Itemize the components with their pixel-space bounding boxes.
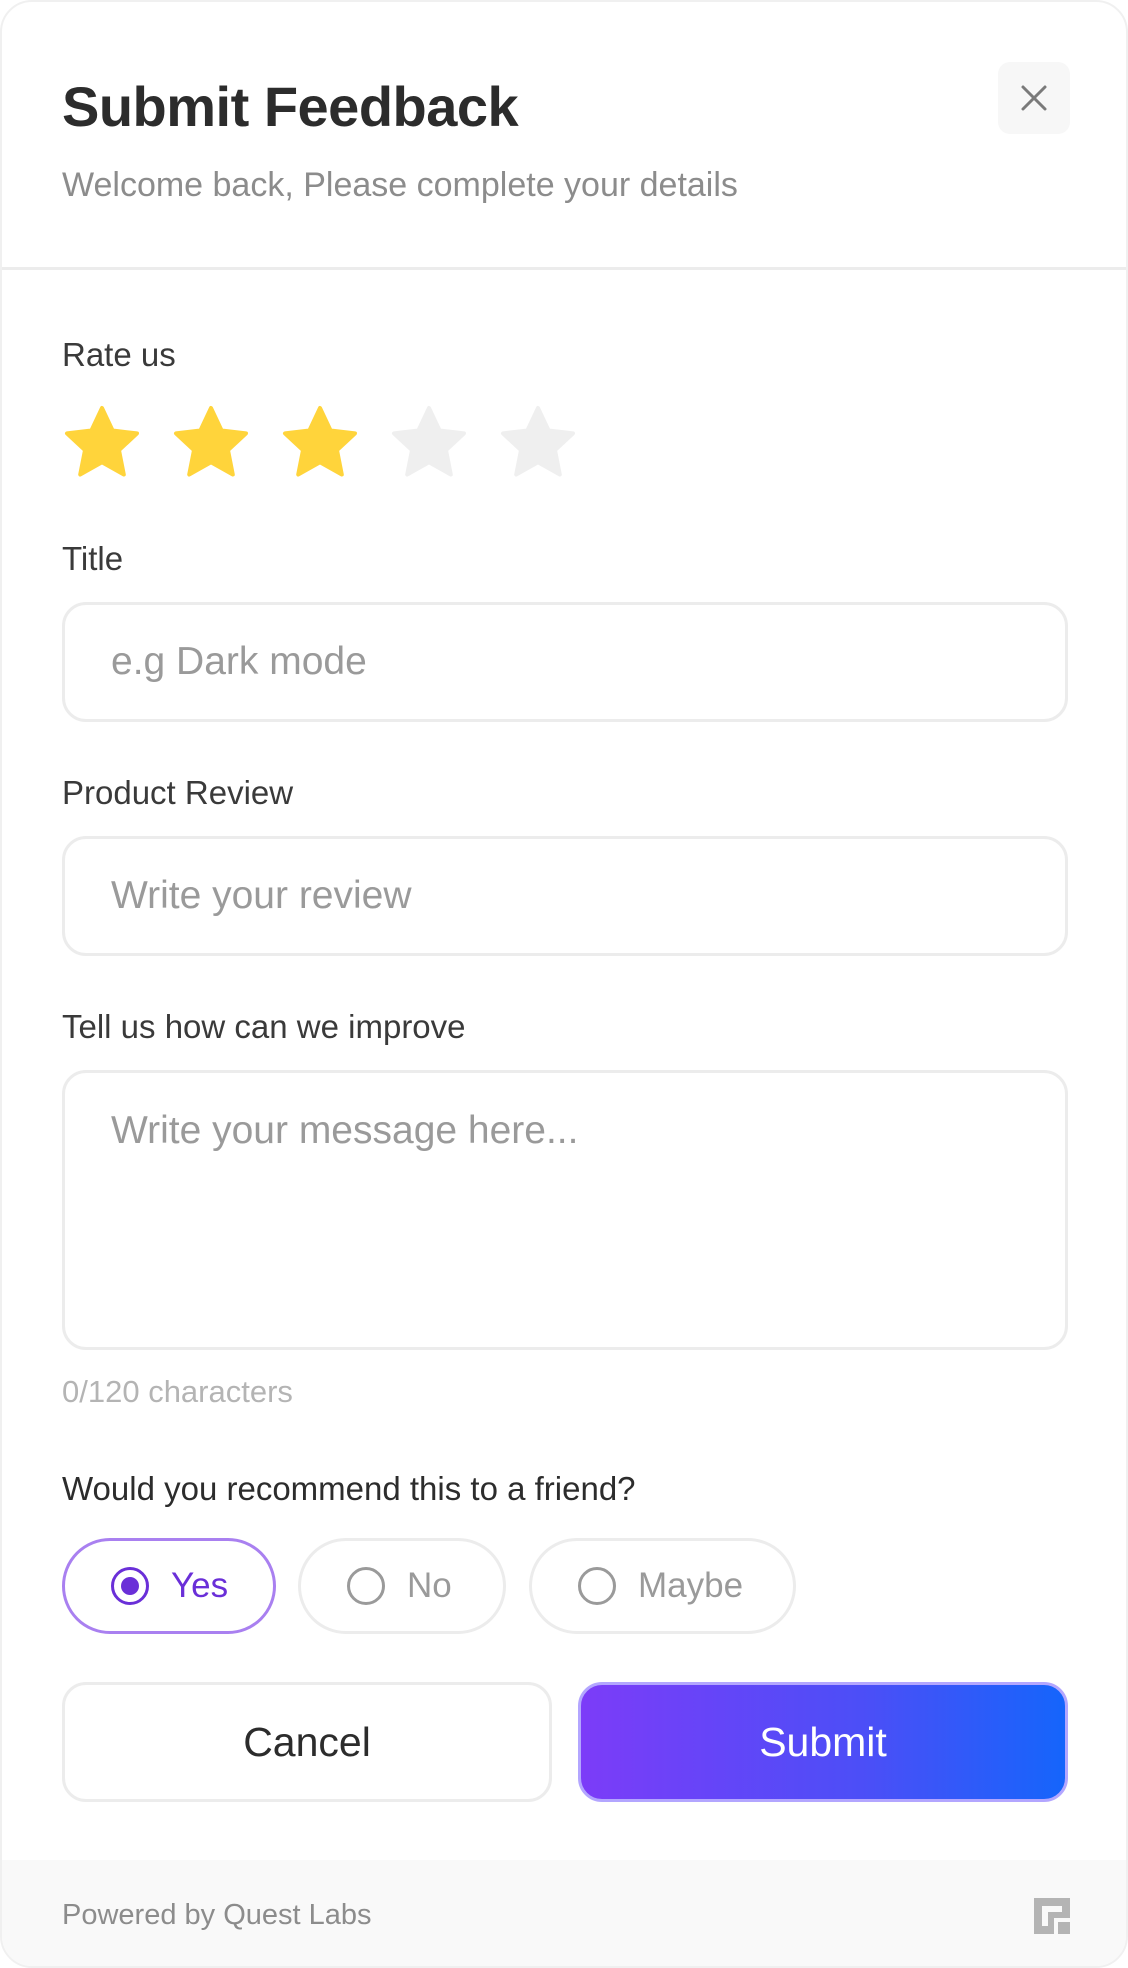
improve-label: Tell us how can we improve (62, 1008, 466, 1045)
close-icon (1021, 85, 1047, 111)
close-button[interactable] (998, 62, 1070, 134)
feedback-modal: Submit Feedback Welcome back, Please com… (0, 0, 1128, 1968)
radio-unselected-icon (347, 1567, 385, 1605)
option-yes-label: Yes (171, 1566, 229, 1605)
option-yes[interactable]: Yes (62, 1538, 276, 1634)
product-review-label: Product Review (62, 774, 294, 811)
cancel-button[interactable]: Cancel (62, 1682, 552, 1802)
quest-labs-logo-icon (1034, 1898, 1070, 1934)
star-filled-icon[interactable] (171, 404, 251, 484)
star-empty-icon[interactable] (498, 404, 578, 484)
improve-textarea[interactable] (62, 1070, 1068, 1350)
product-review-input[interactable] (62, 836, 1068, 956)
option-no-label: No (407, 1566, 452, 1605)
modal-subtitle: Welcome back, Please complete your detai… (62, 166, 738, 204)
star-filled-icon[interactable] (280, 404, 360, 484)
star-rating (62, 404, 578, 484)
title-input[interactable] (62, 602, 1068, 722)
option-maybe[interactable]: Maybe (529, 1538, 796, 1634)
submit-button[interactable]: Submit (578, 1682, 1068, 1802)
radio-unselected-icon (578, 1567, 616, 1605)
recommend-question: Would you recommend this to a friend? (62, 1470, 636, 1507)
radio-selected-icon (111, 1567, 149, 1605)
star-filled-icon[interactable] (62, 404, 142, 484)
rating-label: Rate us (62, 336, 176, 373)
modal-header: Submit Feedback Welcome back, Please com… (2, 2, 1126, 270)
powered-by-text: Powered by Quest Labs (62, 1899, 372, 1931)
title-label: Title (62, 540, 124, 577)
modal-title: Submit Feedback (62, 75, 519, 138)
option-maybe-label: Maybe (638, 1566, 744, 1605)
star-empty-icon[interactable] (389, 404, 469, 484)
option-no[interactable]: No (298, 1538, 506, 1634)
character-counter: 0/120 characters (62, 1374, 293, 1409)
